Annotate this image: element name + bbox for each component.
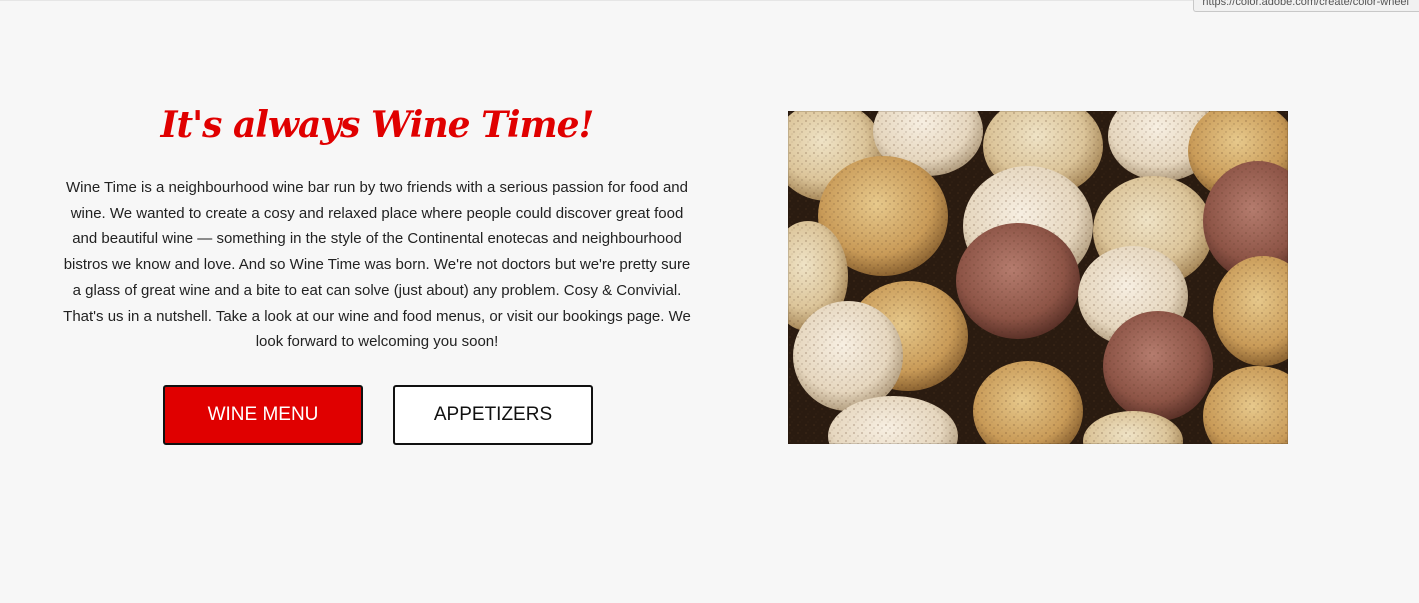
- wine-menu-button[interactable]: WINE MENU: [163, 385, 363, 445]
- intro-section: It's always Wine Time! Wine Time is a ne…: [57, 95, 697, 355]
- status-url-tooltip: https://color.adobe.com/create/color-whe…: [1193, 0, 1419, 12]
- appetizers-button[interactable]: APPETIZERS: [393, 385, 593, 445]
- intro-paragraph: Wine Time is a neighbourhood wine bar ru…: [63, 179, 691, 351]
- wine-corks-image: [788, 111, 1288, 444]
- cta-buttons: WINE MENU APPETIZERS: [163, 385, 603, 445]
- page-title: It's always Wine Time!: [160, 104, 595, 146]
